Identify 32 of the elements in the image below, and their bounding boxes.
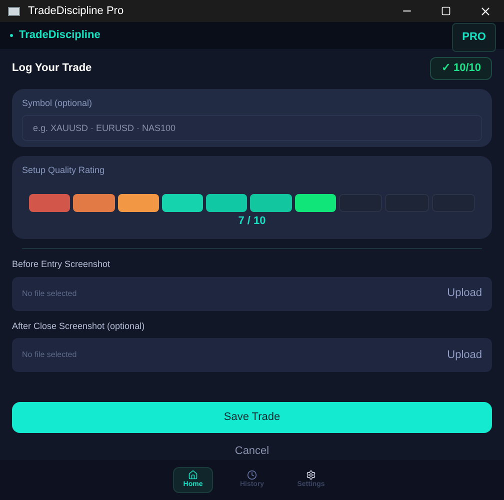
brand-name: TradeDiscipline bbox=[19, 28, 102, 44]
rating-segment-filled[interactable] bbox=[250, 194, 292, 212]
upload-field[interactable]: No file selected Upload bbox=[12, 338, 492, 372]
upload-button[interactable]: Upload bbox=[447, 346, 482, 364]
rating-segment-filled[interactable] bbox=[29, 194, 70, 212]
rating-segment-filled[interactable] bbox=[162, 194, 204, 212]
rating-segment-filled[interactable] bbox=[118, 194, 159, 212]
rating-segment-filled[interactable] bbox=[73, 194, 115, 212]
home-icon bbox=[188, 470, 198, 480]
file-status: No file selected bbox=[22, 288, 77, 300]
rating-score: 7 / 10 bbox=[237, 214, 267, 228]
save-button[interactable]: Save Trade bbox=[12, 402, 492, 433]
file-status: No file selected bbox=[22, 349, 77, 361]
field-label: Symbol (optional) bbox=[22, 96, 94, 110]
window-title: TradeDiscipline Pro bbox=[28, 4, 125, 19]
section-title: Log Your Trade bbox=[12, 61, 92, 76]
maximize-icon[interactable] bbox=[441, 6, 451, 16]
cancel-button[interactable]: Cancel bbox=[234, 443, 270, 460]
field-label: After Close Screenshot (optional) bbox=[12, 320, 146, 333]
close-icon[interactable] bbox=[479, 4, 492, 18]
upload-button[interactable]: Upload bbox=[447, 285, 482, 302]
progress-badge: ✓ 10/10 bbox=[430, 57, 492, 80]
history-icon bbox=[247, 470, 257, 480]
app-icon bbox=[8, 6, 20, 16]
rating-segment-filled[interactable] bbox=[294, 194, 336, 212]
symbol-field[interactable]: e.g. XAUUSD · EURUSD · NAS100 bbox=[22, 115, 482, 141]
field-label: Setup Quality Rating bbox=[22, 164, 106, 177]
pro-badge: PRO bbox=[452, 23, 496, 52]
upload-field[interactable]: No file selected Upload bbox=[12, 276, 492, 310]
settings-icon bbox=[306, 470, 316, 480]
field-label: Before Entry Screenshot bbox=[12, 258, 112, 271]
rating-segment-filled[interactable] bbox=[206, 194, 248, 212]
